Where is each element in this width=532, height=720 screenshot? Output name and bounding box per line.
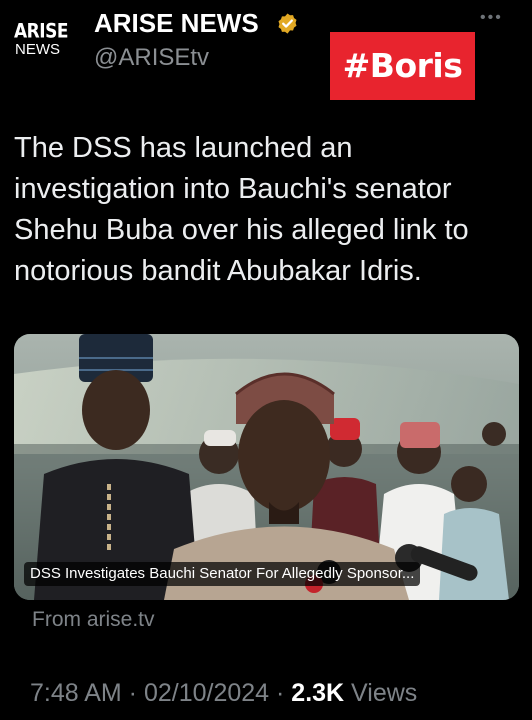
hashtag-banner: #Boris — [330, 32, 475, 100]
tweet-date[interactable]: 02/10/2024 — [144, 679, 269, 707]
tweet-meta: 7:48 AM · 02/10/2024 · 2.3K Views — [30, 678, 417, 708]
link-card[interactable]: DSS Investigates Bauchi Senator For Alle… — [14, 334, 519, 600]
avatar-text-news: NEWS — [15, 41, 60, 58]
views-count: 2.3K — [291, 679, 345, 707]
tweet-time[interactable]: 7:48 AM — [30, 679, 122, 707]
verified-badge-icon — [278, 13, 297, 34]
display-name[interactable]: ARISE NEWS — [94, 8, 259, 38]
more-dots-icon[interactable]: ••• — [480, 10, 503, 26]
avatar-text-arise: ARISE — [14, 20, 68, 43]
avatar[interactable]: ARISE NEWS — [14, 20, 78, 70]
handle[interactable]: @ARISEtv — [94, 44, 209, 72]
card-caption: DSS Investigates Bauchi Senator For Alle… — [24, 562, 421, 586]
tweet-text: The DSS has launched an investigation in… — [14, 132, 469, 287]
meta-separator: · — [269, 679, 292, 707]
views-label: Views — [344, 679, 418, 707]
meta-separator: · — [121, 679, 144, 707]
card-source-link[interactable]: From arise.tv — [32, 607, 155, 633]
news-photo — [14, 334, 519, 600]
